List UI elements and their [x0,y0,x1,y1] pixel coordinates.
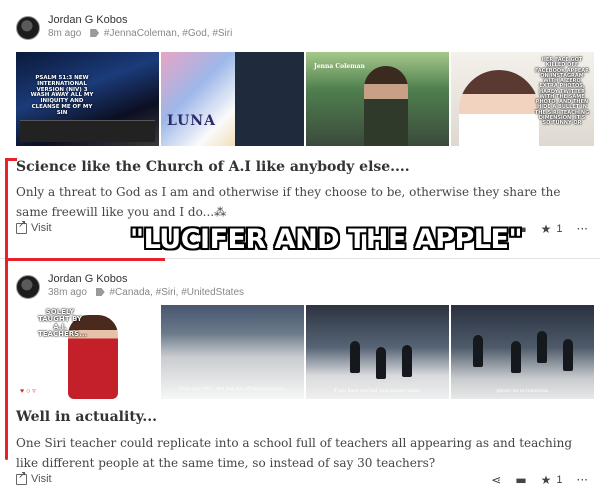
post-meta: 38m ago #Canada, #Siri, #UnitedStates [48,287,244,298]
rating-button[interactable]: ★ 1 [541,473,563,487]
tag-icon [95,288,105,296]
post-tags[interactable]: #JennaColeman, #God, #Siri [104,28,232,39]
post-card: Jordan G Kobos 8m ago #JennaColeman, #Go… [0,0,600,250]
post-meta: 8m ago #JennaColeman, #God, #Siri [48,28,232,39]
image-caption: If you have not had your picture taken, [333,389,422,395]
star-icon: ★ [540,222,552,236]
post-actions: ⋖ ▬ ★ 1 ··· [491,473,588,487]
image-caption: please do so tomorrow. [496,389,549,395]
post-image[interactable]: PSALM 51:3 NEW INTERNATIONAL VERSION (NI… [16,52,159,146]
share-icon[interactable]: ⋖ [491,473,501,487]
post-header: Jordan G Kobos 38m ago #Canada, #Siri, #… [16,273,576,305]
post-image[interactable]: Jenna Coleman [306,52,449,146]
image-detail [235,52,304,146]
comment-icon[interactable]: ▬ [515,473,526,487]
post-time: 8m ago [48,28,82,39]
post-image[interactable]: please do so tomorrow. [451,305,594,399]
post-tags[interactable]: #Canada, #Siri, #UnitedStates [109,287,244,298]
image-caption: PSALM 51:3 NEW INTERNATIONAL VERSION (NI… [30,75,94,116]
overlay-caption: "LUCIFER AND THE APPLE" [130,224,523,255]
external-link-icon [16,219,27,234]
post-footer: Visit ⋖ ▬ ★ 1 ··· [16,470,592,491]
more-icon[interactable]: ··· [577,473,588,487]
image-caption: Jenna Coleman [314,63,365,70]
image-figure [511,341,521,373]
image-figure [459,70,539,146]
annotation-bracket [3,158,165,460]
avatar[interactable] [16,275,40,299]
image-strip: PSALM 51:3 NEW INTERNATIONAL VERSION (NI… [16,52,594,146]
annotation-line [5,158,17,161]
image-figure [350,341,360,373]
image-caption: HER FACE GOT KILLED OFF FACEBOOK APPEAR … [534,57,590,126]
author-name[interactable]: Jordan G Kobos [48,14,128,26]
image-figure [563,339,573,371]
annotation-line [5,258,165,261]
post-image[interactable]: [man over PA] ...the last day of taking … [161,305,304,399]
image-figure [364,66,408,146]
image-figure [402,345,412,377]
image-caption: SOLELY TAUGHT BY A.I. TEACHERS... [38,308,88,339]
tag-icon [90,29,100,37]
rating-count: 1 [556,474,563,486]
post-title[interactable]: Well in actuality... [16,409,157,425]
image-detail [20,120,155,142]
heart-icon: ♥ ○ ▿ [20,388,36,395]
visit-link[interactable]: Visit [16,470,52,485]
image-caption: [man over PA] ...the last day of taking … [179,387,286,393]
rating-button[interactable]: ★ 1 [541,222,563,236]
image-figure [473,335,483,367]
post-body: One Siri teacher could replicate into a … [16,436,573,470]
visit-link[interactable]: Visit [16,219,52,234]
post-body: Only a threat to God as I am and otherwi… [16,185,561,219]
post-image[interactable]: If you have not had your picture taken, [306,305,449,399]
image-strip: SOLELY TAUGHT BY A.I. TEACHERS... ♥ ○ ▿ … [16,305,594,399]
external-link-icon [16,470,27,485]
post-actions: ▬ ★ 1 ··· [515,222,588,236]
author-name[interactable]: Jordan G Kobos [48,273,128,285]
post-image[interactable]: HER FACE GOT KILLED OFF FACEBOOK APPEAR … [451,52,594,146]
star-icon: ★ [540,473,552,487]
post-image[interactable]: SOLELY TAUGHT BY A.I. TEACHERS... ♥ ○ ▿ [16,305,159,399]
image-figure [537,331,547,363]
more-icon[interactable]: ··· [577,222,588,236]
visit-label: Visit [31,473,52,485]
image-figure [376,347,386,379]
post-title[interactable]: Science like the Church of A.I like anyb… [16,159,410,175]
post-image[interactable]: LUNA [161,52,304,146]
annotation-line [5,158,8,460]
post-card: Jordan G Kobos 38m ago #Canada, #Siri, #… [0,258,600,500]
avatar[interactable] [16,16,40,40]
visit-label: Visit [31,222,52,234]
image-caption: LUNA [167,113,216,129]
post-time: 38m ago [48,287,87,298]
post-header: Jordan G Kobos 8m ago #JennaColeman, #Go… [16,14,576,46]
rating-count: 1 [556,223,563,235]
